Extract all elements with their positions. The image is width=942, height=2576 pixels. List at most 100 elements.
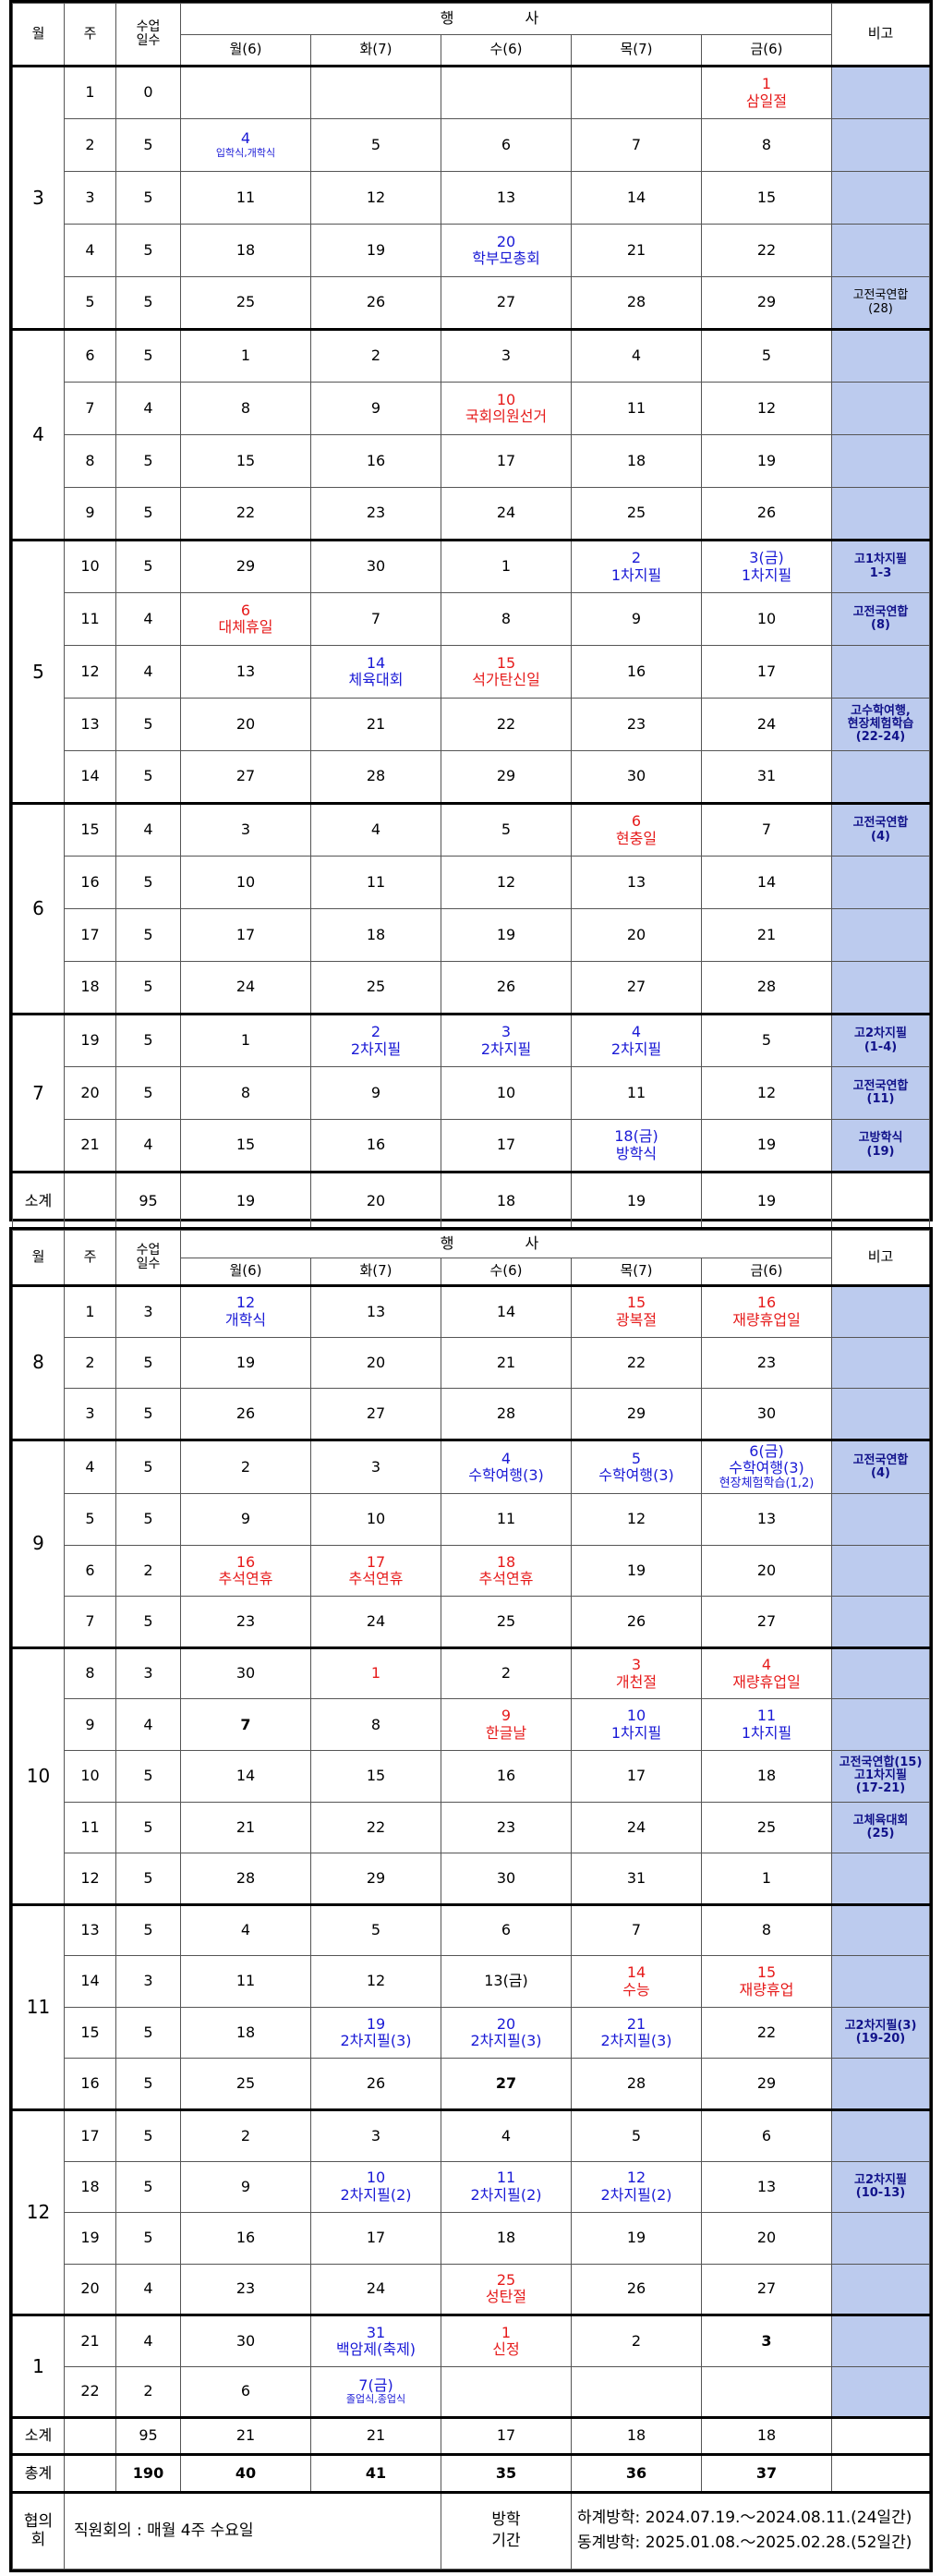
day-cell: 3 xyxy=(180,802,311,857)
month-cell: 8 xyxy=(12,1284,65,1440)
week-number: 1 xyxy=(64,65,116,119)
day-cell: 15 재량휴업 xyxy=(701,1955,832,2008)
remarks-cell xyxy=(831,2365,930,2419)
week-row: 22 2 6 7(금) 졸업식,종업식 xyxy=(13,2365,930,2419)
day-cell: 13 xyxy=(701,1493,832,1546)
remarks-cell xyxy=(831,1646,930,1700)
total-row-days: 190 xyxy=(115,2452,181,2493)
week-row: 2 5 4 입학식,개학식 5 6 7 8 xyxy=(13,118,930,172)
day-cell: 3 xyxy=(701,2314,832,2367)
day-number: 18(금) xyxy=(614,1127,658,1146)
day-cell: 4 입학식,개학식 xyxy=(180,118,311,172)
remarks-cell xyxy=(831,118,930,172)
header-month: 월 xyxy=(12,1230,65,1286)
week-number: 5 xyxy=(64,1493,116,1546)
header-remarks: 비고 xyxy=(831,3,930,67)
day-cell: 5 xyxy=(701,1013,832,1067)
day-number: 3 xyxy=(501,346,512,365)
day-cell: 2 xyxy=(180,2108,311,2162)
week-number: 19 xyxy=(64,2212,116,2265)
day-number: 3 xyxy=(370,2126,381,2145)
day-number: 7 xyxy=(370,609,381,627)
day-cell: 4 2차지필 xyxy=(571,1013,702,1067)
day-number: 12 xyxy=(366,188,386,206)
day-number: 13 xyxy=(366,1302,386,1320)
header-events: 행 사 xyxy=(180,1230,832,1258)
total-row-value: 36 xyxy=(571,2452,702,2493)
day-number: 10 xyxy=(236,872,256,891)
day-number: 11 xyxy=(496,1510,516,1528)
day-number: 3(금) xyxy=(749,549,784,567)
day-number: 3 xyxy=(631,1656,642,1674)
remarks-cell xyxy=(831,1284,930,1338)
class-days: 3 xyxy=(115,1646,181,1700)
day-number: 20 xyxy=(756,1561,777,1579)
class-days: 5 xyxy=(115,2212,181,2265)
week-number: 16 xyxy=(64,2058,116,2110)
day-number: 9 xyxy=(370,1083,381,1101)
day-number: 16 xyxy=(496,1767,516,1785)
day-cell: 12 xyxy=(310,1955,441,2008)
day-cell: 17 xyxy=(441,1119,572,1173)
day-number: 31 xyxy=(626,1868,646,1887)
day-cell: 30 xyxy=(310,539,441,593)
day-cell: 7 xyxy=(310,592,441,646)
day-cell: 18 xyxy=(571,434,702,488)
day-number: 21 xyxy=(236,1817,256,1836)
day-cell: 2 2차지필 xyxy=(310,1013,441,1067)
week-number: 21 xyxy=(64,1119,116,1173)
remarks-cell xyxy=(831,1336,930,1390)
day-cell: 10 xyxy=(701,592,832,646)
week-row: 9 4 5 2 3 4 수학여행(3) 5 수학여행(3) 6(금) 수학여행(3) 현장체험학습(1… xyxy=(12,1438,930,1648)
day-number: 16 xyxy=(236,1552,256,1571)
day-cell: 20 2차지필(3) xyxy=(441,2006,572,2060)
day-number: 2 xyxy=(631,549,642,567)
day-cell: 14 수능 xyxy=(571,1955,702,2008)
week-row: 2 5 19 20 21 22 23 xyxy=(13,1336,930,1390)
day-cell: 31 xyxy=(571,1853,702,1905)
day-cell: 11 xyxy=(310,856,441,909)
day-cell: 18 추석연휴 xyxy=(441,1544,572,1598)
day-number: 18 xyxy=(756,1767,777,1785)
day-number: 31 xyxy=(366,2323,386,2341)
day-number: 13 xyxy=(756,1510,777,1528)
day-event: 입학식,개학식 xyxy=(215,146,276,159)
week-row: 11 4 6 대체휴일 7 8 9 10 고전국연합 (8) xyxy=(13,592,930,646)
day-cell: 27 xyxy=(701,1596,832,1648)
day-cell: 31 백암제(축제) xyxy=(310,2314,441,2367)
day-cell: 3(금) 1차지필 xyxy=(701,539,832,593)
month-cell: 6 xyxy=(12,802,65,1015)
day-number: 4 xyxy=(240,129,251,148)
month-cell: 3 xyxy=(12,65,65,330)
day-number: 3 xyxy=(501,1023,512,1041)
day-number: 5 xyxy=(631,1449,642,1467)
day-number: 13 xyxy=(236,662,256,680)
day-cell: 6 xyxy=(701,2108,832,2162)
day-event: 삼일절 xyxy=(745,91,788,110)
day-number: 6 xyxy=(631,812,642,831)
day-cell: 17 xyxy=(180,908,311,962)
day-cell: 1 xyxy=(441,539,572,593)
day-number: 19 xyxy=(756,451,777,469)
day-number: 24 xyxy=(756,714,777,733)
day-cell: 15 xyxy=(180,1119,311,1173)
day-cell: 4 xyxy=(310,802,441,857)
day-cell: 29 xyxy=(571,1388,702,1440)
day-cell: 18 xyxy=(441,2212,572,2265)
day-cell: 19 xyxy=(441,908,572,962)
day-event: 체육대회 xyxy=(348,671,404,688)
day-event: 신정 xyxy=(492,2340,520,2358)
day-cell: 2 xyxy=(441,1646,572,1700)
day-cell: 8 xyxy=(310,1698,441,1752)
week-number: 20 xyxy=(64,2263,116,2316)
week-row: 8 1 3 12 개학식 13 14 15 광복절 16 재량휴업일 xyxy=(12,1284,930,1440)
day-event: 2차지필(3) xyxy=(470,2032,542,2050)
class-days: 5 xyxy=(115,434,181,488)
day-cell xyxy=(571,2365,702,2419)
week-row: 12 4 13 14 체육대회 15 석가탄신일 16 17 xyxy=(13,645,930,699)
day-event: 학부모총회 xyxy=(472,249,540,267)
day-cell: 15 xyxy=(701,171,832,225)
day-cell: 27 xyxy=(441,276,572,330)
day-cell: 22 xyxy=(701,2006,832,2060)
day-number: 8 xyxy=(761,1921,772,1939)
